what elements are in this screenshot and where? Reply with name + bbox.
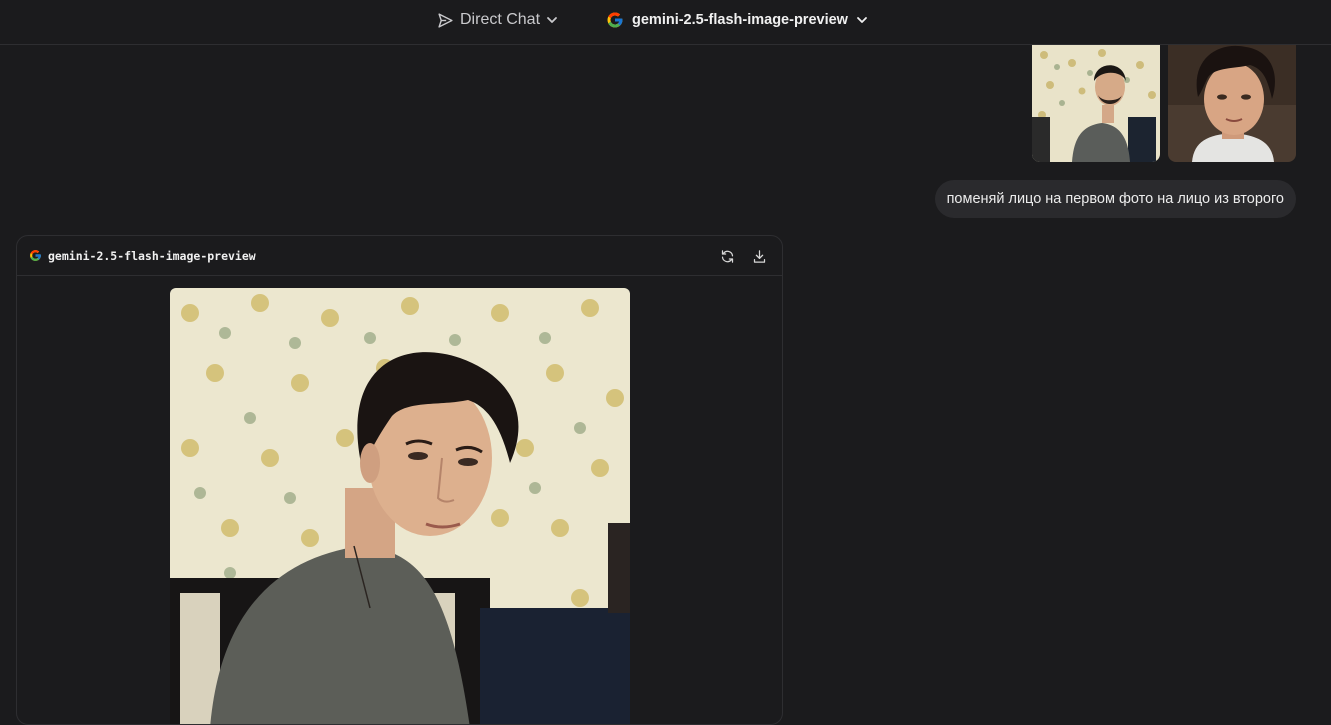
model-selector[interactable]: gemini-2.5-flash-image-preview <box>606 9 868 31</box>
user-attachments <box>1032 45 1296 162</box>
top-bar: Direct Chat gemini-2.5-flash-image-previ… <box>0 0 1331 45</box>
response-model-label: gemini-2.5-flash-image-preview <box>48 248 256 263</box>
user-message-text: поменяй лицо на первом фото на лицо из в… <box>946 191 1284 207</box>
attachment-image-2[interactable] <box>1168 45 1296 162</box>
mode-label: Direct Chat <box>460 11 541 28</box>
response-actions <box>718 247 768 265</box>
regenerate-icon[interactable] <box>718 247 736 265</box>
chevron-down-icon <box>856 14 868 26</box>
google-g-icon <box>29 249 42 262</box>
generated-image[interactable] <box>170 288 630 724</box>
response-header: gemini-2.5-flash-image-preview <box>17 236 782 276</box>
user-message-bubble: поменяй лицо на первом фото на лицо из в… <box>934 180 1296 218</box>
attachment-image-1[interactable] <box>1032 45 1160 162</box>
mode-selector[interactable]: Direct Chat <box>437 9 558 31</box>
chevron-down-icon <box>546 14 558 26</box>
google-g-icon <box>606 11 624 29</box>
send-icon <box>437 12 454 29</box>
download-icon[interactable] <box>750 247 768 265</box>
assistant-response-card: gemini-2.5-flash-image-preview <box>16 235 783 725</box>
model-label: gemini-2.5-flash-image-preview <box>632 12 848 28</box>
